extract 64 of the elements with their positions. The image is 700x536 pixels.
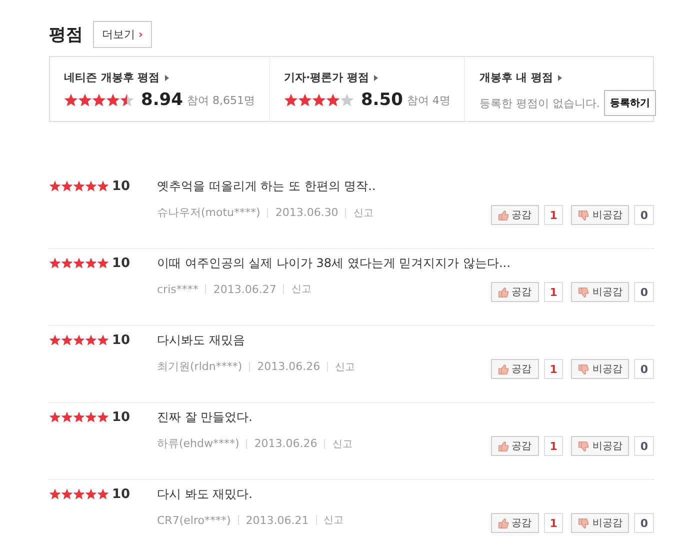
thumbs-down-icon: [578, 518, 590, 528]
review-date: 2013.06.30: [275, 206, 338, 219]
more-button[interactable]: 더보기 ›: [93, 20, 152, 48]
review-text: 다시봐도 재밌음: [157, 332, 246, 349]
section-title: 평점: [49, 24, 83, 46]
review-date: 2013.06.21: [246, 514, 309, 526]
score-value: 10: [112, 410, 130, 424]
dislike-button[interactable]: 비공감: [571, 282, 630, 302]
like-count: 1: [544, 282, 564, 302]
thumbs-up-icon: [498, 440, 509, 452]
review-text: 다시 봐도 재밌다.: [157, 486, 254, 503]
thumbs-down-icon: [578, 210, 590, 220]
user-name: 슈나우저(motu****): [157, 205, 260, 220]
score-value: 8.50: [360, 90, 403, 110]
dislike-count: 0: [634, 205, 654, 225]
thumbs-up-icon: [498, 518, 509, 528]
user-name: cris****: [157, 282, 198, 296]
rating-link[interactable]: 개봉후 내 평점: [479, 70, 656, 85]
thumbs-down-icon: [578, 364, 590, 374]
like-button[interactable]: 공감: [490, 436, 539, 456]
dislike-button[interactable]: 비공감: [571, 359, 630, 379]
thumbs-up-icon: [498, 286, 509, 298]
thumbs-up-icon: [498, 364, 509, 374]
user-name: CR7(elro****): [157, 514, 231, 526]
dislike-count: 0: [634, 359, 654, 379]
empty-message: 등록한 평점이 없습니다.: [479, 96, 600, 110]
dislike-count: 0: [634, 513, 654, 533]
dislike-button[interactable]: 비공감: [571, 513, 630, 533]
user-name: 하류(ehdw****): [157, 436, 240, 451]
score-value: 10: [112, 332, 130, 348]
thumbs-up-icon: [498, 210, 509, 220]
like-button[interactable]: 공감: [490, 205, 539, 225]
review-date: 2013.06.26: [254, 437, 318, 450]
rating-link[interactable]: 네티즌 개봉후 평점: [64, 70, 255, 85]
score-value: 10: [112, 178, 130, 194]
participant-count: 참여 4명: [406, 92, 450, 108]
review-text: 옛추억을 떠올리게 하는 또 한편의 명작..: [157, 178, 377, 195]
score-value: 10: [112, 256, 130, 270]
rating-link[interactable]: 기자·평론가 평점: [284, 70, 450, 85]
dislike-button[interactable]: 비공감: [571, 205, 630, 225]
like-button[interactable]: 공감: [490, 282, 539, 302]
score-value: 10: [112, 486, 130, 502]
dislike-button[interactable]: 비공감: [571, 436, 630, 456]
thumbs-down-icon: [578, 286, 590, 298]
participant-count: 참여 8,651명: [186, 92, 255, 108]
dislike-count: 0: [634, 436, 654, 456]
like-count: 1: [544, 359, 564, 379]
review-text: 진짜 잘 만들었다.: [157, 409, 254, 426]
user-name: 최기원(rldn****): [157, 359, 242, 374]
register-button[interactable]: 등록하기: [604, 90, 656, 116]
review-date: 2013.06.27: [213, 282, 276, 296]
arrow-icon: [164, 74, 169, 80]
arrow-icon: [558, 74, 562, 80]
thumbs-down-icon: [578, 440, 590, 452]
arrow-icon: [374, 74, 378, 80]
score-value: 8.94: [141, 90, 183, 110]
review-text: 이때 여주인공의 실제 나이가 38세 였다는게 믿겨지지가 않는다...: [157, 255, 512, 272]
like-button[interactable]: 공감: [490, 513, 539, 533]
like-count: 1: [544, 205, 564, 225]
like-button[interactable]: 공감: [490, 359, 539, 379]
dislike-count: 0: [634, 282, 654, 302]
review-date: 2013.06.26: [257, 360, 320, 373]
like-count: 1: [544, 436, 564, 456]
like-count: 1: [544, 513, 564, 533]
